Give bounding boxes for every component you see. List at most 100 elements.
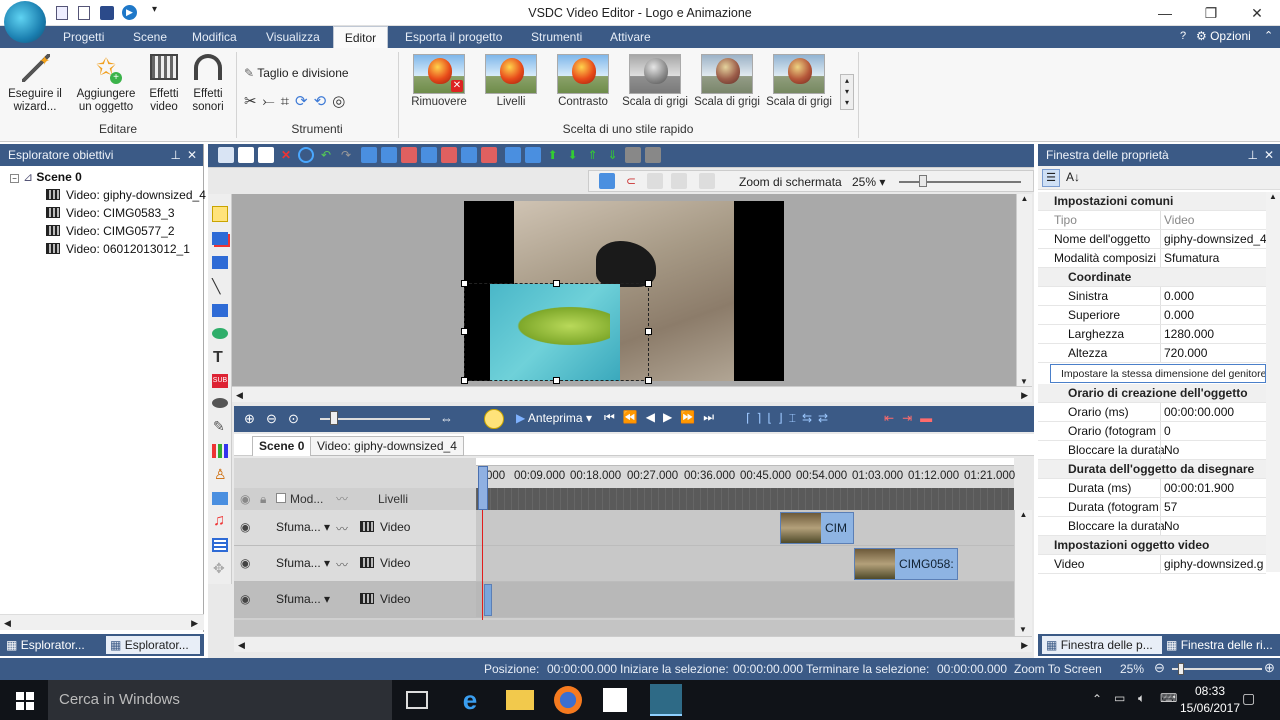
tab-esporta[interactable]: Esporta il progetto [401,26,506,48]
add-object-button[interactable]: ✩ + Aggiungere un oggetto [70,54,142,114]
step-forward-icon[interactable]: ▶ [663,410,680,424]
timeline-clip-selected[interactable] [484,584,492,616]
image-tool-icon[interactable] [212,492,228,505]
bottom-tab-properties[interactable]: ▦ Finestra delle p... [1042,636,1162,654]
track-row[interactable]: ◉ Sfuma... ▾ Video [234,582,1014,618]
start-windows-icon[interactable] [16,692,34,710]
delete-icon[interactable]: ✕ [278,147,294,163]
tree-item[interactable]: Video: CIMG0583_3 [46,204,175,222]
marker-remove-icon[interactable]: ⇥ [902,411,920,425]
zoom-slider-thumb[interactable] [919,175,927,187]
eye-icon[interactable]: ◉ [240,520,250,534]
firefox-icon[interactable] [554,686,582,714]
crop-icon[interactable]: ⌗ [281,93,295,110]
align-top-icon[interactable] [421,147,438,163]
ungroup-icon[interactable] [644,147,661,163]
scissors-icon[interactable]: ✂ [244,93,263,110]
tab-visualizza[interactable]: Visualizza [262,26,324,48]
freehand-tool-icon[interactable]: ✎ [213,418,225,435]
playhead-marker[interactable] [478,466,488,510]
network-icon[interactable]: ▭ [1114,691,1125,705]
eye-icon[interactable]: ◉ [240,592,250,606]
panel-close-icon[interactable]: ✕ [187,144,197,166]
status-zoom-plus-icon[interactable]: ⊕ [1264,660,1275,676]
timeline-hscrollbar[interactable]: ◀ ▶ [234,636,1032,652]
property-row[interactable]: Orario (fotogram 0 [1038,422,1266,441]
mark-in-icon[interactable]: ⌈⌉ [746,411,767,425]
align-right-icon[interactable] [401,147,418,163]
align-center-icon[interactable] [381,147,398,163]
move-tool-icon[interactable]: ✥ [213,560,225,577]
cursor-snap-icon[interactable] [484,409,504,429]
marker-add-icon[interactable]: ⇤ [884,411,902,425]
same-size-parent-button[interactable]: Impostare la stessa dimensione del genit… [1050,364,1266,383]
blend-mode-select[interactable]: Sfuma... ▾ [276,592,330,606]
property-row[interactable]: Nome dell'oggetto giphy-downsized_4 [1038,230,1266,249]
marker-icon[interactable] [671,173,687,189]
rotate-icon[interactable]: ⟳ [295,93,314,110]
clock-date[interactable]: 15/06/2017 [1176,701,1244,715]
preview-hscrollbar[interactable]: ◀ ▶ [232,386,1032,402]
resize-handle[interactable] [553,377,560,384]
timeline-tab-video[interactable]: Video: giphy-downsized_4 [310,436,464,456]
magnet-icon[interactable]: ⊂ [623,173,639,189]
tree-item[interactable]: Video: 06012013012_1 [46,240,190,258]
style-levels[interactable]: Livelli [476,54,546,108]
tab-modifica[interactable]: Modifica [188,26,241,48]
preview-canvas[interactable] [208,194,1022,386]
preview-vscrollbar[interactable]: ▲ ▼ [1016,194,1032,386]
marker-delete-icon[interactable]: ▬ [920,411,940,425]
zoom-fit-icon[interactable]: ⊙ [288,411,299,427]
tree-item[interactable]: Video: giphy-downsized_4 [46,186,206,204]
snap-grid-icon[interactable] [599,173,615,189]
resize-handle[interactable] [645,280,652,287]
property-row[interactable]: Altezza 720.000 [1038,344,1266,363]
same-size-2-icon[interactable] [524,147,541,163]
tab-strumenti[interactable]: Strumenti [527,26,586,48]
align-left-icon[interactable] [361,147,378,163]
track-row[interactable]: ◉ Sfuma... ▾ 〰 Video [234,510,1014,546]
property-row[interactable]: Orario (ms) 00:00:00.000 [1038,403,1266,422]
cut-icon[interactable] [218,147,234,163]
edge-browser-icon[interactable]: e [456,686,484,714]
split-marker-icon[interactable]: ⌶ [789,411,802,425]
crop-frame-icon[interactable] [647,173,663,189]
bottom-tab-explorer-2[interactable]: ▦ Esplorator... [106,636,200,654]
property-row[interactable]: Bloccare la durata No [1038,517,1266,536]
audio-effects-button[interactable]: Effetti sonori [186,54,230,114]
property-row[interactable]: Video giphy-downsized.g [1038,555,1266,574]
property-row[interactable]: Larghezza 1280.000 [1038,325,1266,344]
timeline-ruler[interactable]: 000 00:09.000 00:18.000 00:27.000 00:36.… [476,458,1015,510]
bottom-tab-resources[interactable]: ▦ Finestra delle ri... [1166,636,1278,654]
options-button[interactable]: ⚙ Opzioni [1196,29,1251,43]
property-row[interactable]: Superiore 0.000 [1038,306,1266,325]
show-hidden-icons[interactable]: ⌃ [1092,692,1102,706]
tab-progetti[interactable]: Progetti [59,26,108,48]
properties-vscrollbar[interactable]: ▲ [1266,192,1280,572]
waveform-icon[interactable]: 〰 [336,520,348,537]
eye-icon[interactable]: ◉ [240,556,250,570]
tab-scene[interactable]: Scene [129,26,171,48]
style-grayscale-1[interactable]: Scala di grigi [620,54,690,108]
audio-tool-icon[interactable]: ♫ [213,512,225,530]
store-icon[interactable] [603,688,627,712]
resize-handle[interactable] [461,280,468,287]
tree-item[interactable]: Video: CIMG0577_2 [46,222,175,240]
close-button[interactable]: ✕ [1234,0,1280,26]
resize-handle[interactable] [645,328,652,335]
blend-mode-select[interactable]: Sfuma... ▾ [276,556,330,570]
resize-handle[interactable] [461,328,468,335]
loop-icon[interactable]: ⇆ [802,411,818,425]
redo-icon[interactable]: ↷ [338,147,354,163]
go-end-icon[interactable]: ⏭ [703,410,722,424]
text-tool-icon[interactable]: T [213,349,223,367]
group-icon[interactable] [624,147,641,163]
file-explorer-icon[interactable] [506,690,534,710]
sprite-tool-icon[interactable]: ♙ [214,466,227,483]
rectangle-tool-icon[interactable] [212,304,228,317]
split-icon[interactable]: ⤚ [263,93,281,110]
distribute-icon[interactable] [481,147,498,163]
style-contrast[interactable]: Contrasto [548,54,618,108]
style-grayscale-2[interactable]: Scala di grigi [692,54,762,108]
pin-icon[interactable]: ⊥ [171,144,181,166]
